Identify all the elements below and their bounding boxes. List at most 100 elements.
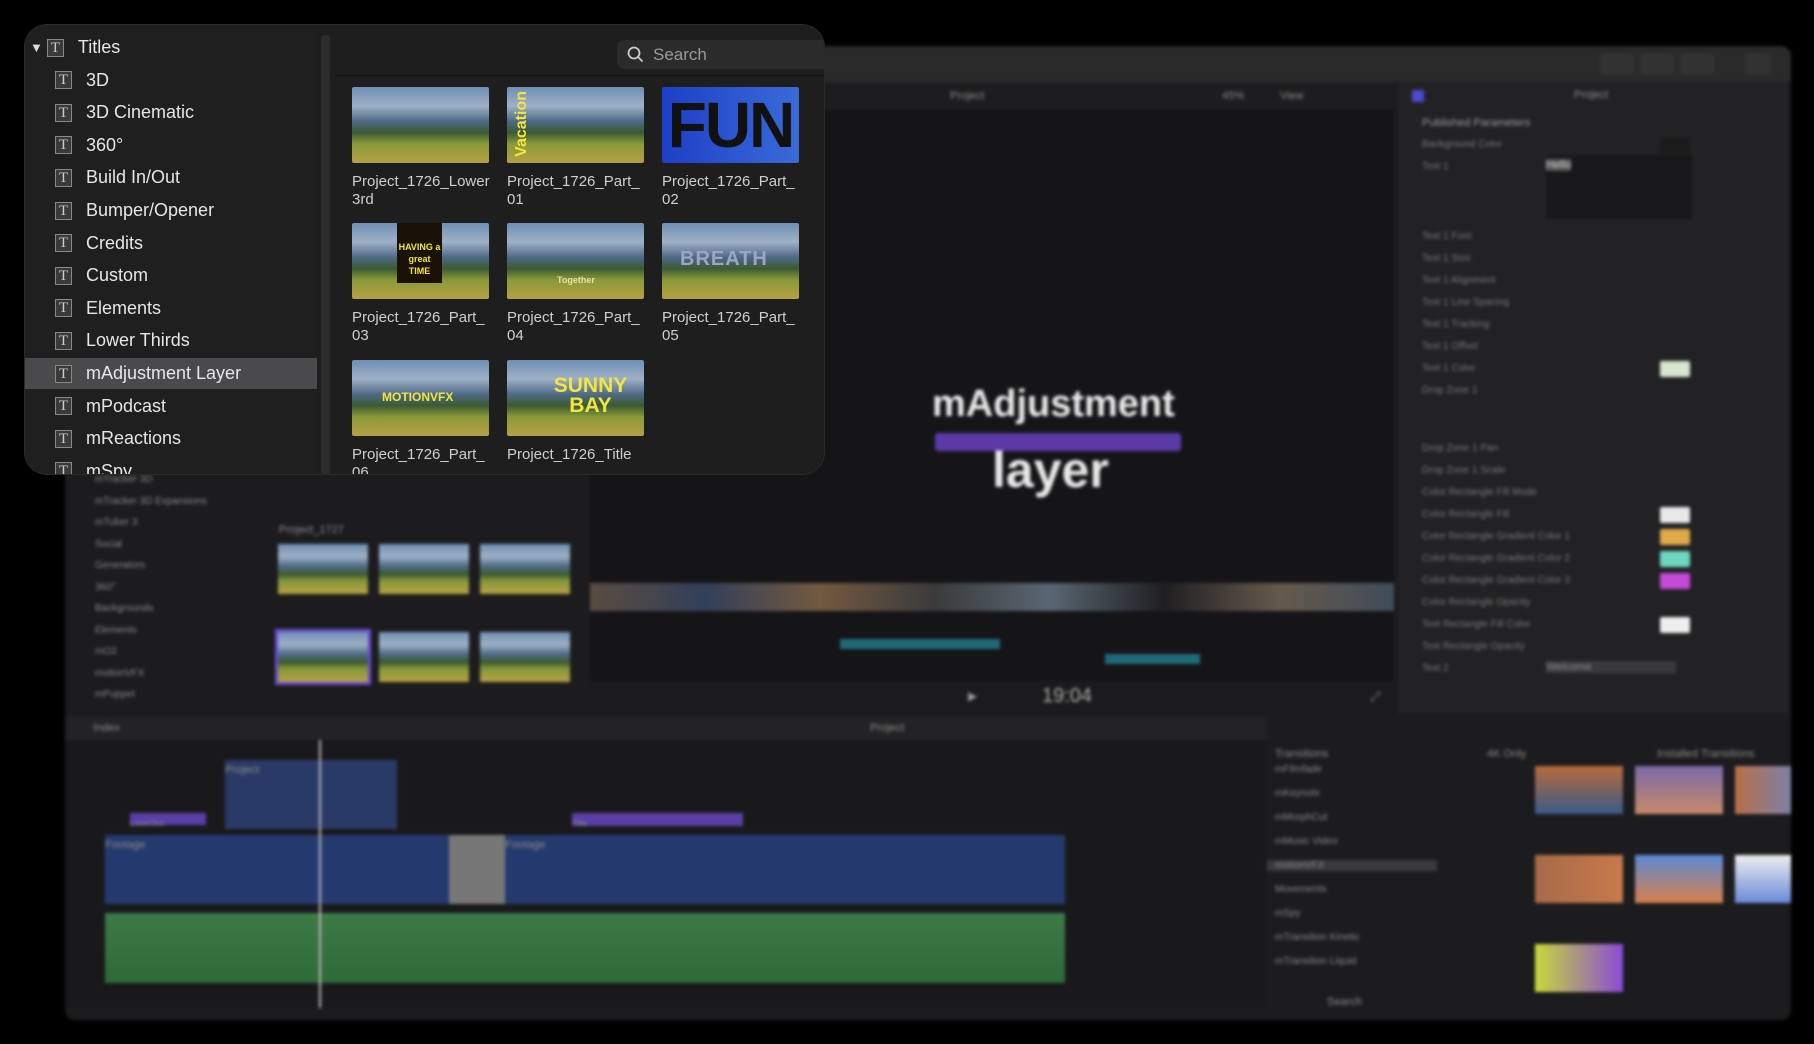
library-item[interactable]: mTuber 3 [95, 517, 137, 528]
clip-title[interactable]: Title [572, 813, 743, 828]
transition-category[interactable]: mKeynote [1275, 788, 1320, 799]
title-tile[interactable]: BREATH Project_1726_Part_05 [662, 223, 802, 345]
sidebar-item[interactable]: T 3D Cinematic [25, 97, 317, 128]
transition-category[interactable]: mSpy [1275, 908, 1301, 919]
library-item[interactable]: 360° [95, 582, 116, 593]
disclosure-triangle-icon[interactable]: ▼ [30, 40, 43, 55]
sidebar-item[interactable]: TmSpy [25, 456, 317, 474]
library-item[interactable]: Elements [95, 625, 137, 636]
transition-category[interactable]: Movements [1275, 884, 1327, 895]
color-swatch[interactable] [1660, 573, 1690, 589]
title-label: Project_1726_Part_02 [662, 173, 795, 208]
transition-thumbnail[interactable] [1735, 766, 1791, 814]
color-swatch[interactable] [1660, 529, 1690, 545]
transition-thumbnail[interactable] [1635, 855, 1723, 903]
library-thumbnail[interactable] [379, 544, 469, 594]
fullscreen-icon[interactable]: ⤢ [1370, 689, 1380, 705]
library-item[interactable]: Backgrounds [95, 603, 153, 614]
title-icon: T [55, 103, 72, 122]
title-tile[interactable]: SUNNY BAY Project_1726_Title [507, 360, 647, 464]
library-item[interactable]: Generators [95, 560, 145, 571]
transition-category[interactable]: mMusic Video [1275, 836, 1338, 847]
transition-category[interactable]: mFilmfade [1275, 764, 1322, 775]
inspector-color-icon[interactable] [1412, 90, 1424, 102]
audio-clip[interactable] [105, 913, 1065, 983]
transition-thumbnail[interactable] [1535, 766, 1623, 814]
library-thumbnail[interactable] [275, 629, 371, 685]
layout-button[interactable] [1680, 54, 1714, 74]
title-tile[interactable]: HAVING a great TIME Project_1726_Part_03 [352, 223, 492, 345]
library-item[interactable]: mO2 [95, 646, 117, 657]
project-dropdown[interactable]: Project [870, 722, 904, 734]
clip-project[interactable]: Project [225, 760, 397, 829]
sidebar-item[interactable]: T Build In/Out [25, 162, 317, 193]
library-thumbnail[interactable] [480, 544, 570, 594]
play-icon[interactable]: ▶ [968, 689, 977, 703]
titles-browser-popup: ▼ T Titles T 3D T 3D Cinematic T 360° T Build I… [25, 25, 824, 474]
text2-field[interactable]: Welcome [1546, 661, 1676, 673]
transition-thumbnail[interactable] [1535, 944, 1623, 992]
library-thumbnail[interactable] [278, 544, 368, 594]
transition-clip[interactable] [449, 835, 505, 904]
sidebar-item[interactable]: T Custom [25, 260, 317, 291]
color-swatch[interactable] [1660, 617, 1690, 633]
view-dropdown[interactable]: View [1280, 90, 1304, 102]
sidebar-item[interactable]: TmPodcast [25, 391, 317, 422]
transition-category[interactable]: motionVFX [1267, 860, 1437, 871]
title-tile[interactable]: FUN Project_1726_Part_02 [662, 87, 802, 209]
sidebar-item[interactable]: T Bumper/Opener [25, 195, 317, 226]
library-item[interactable]: motionVFX [95, 668, 144, 679]
sidebar-item[interactable]: T Lower Thirds [25, 325, 317, 356]
sidebar-item[interactable]: T Credits [25, 228, 317, 259]
library-item[interactable]: Social [95, 539, 122, 550]
color-swatch[interactable] [1660, 137, 1690, 153]
transitions-search[interactable]: Search [1327, 996, 1362, 1008]
library-thumbnail[interactable] [379, 632, 469, 682]
share-button[interactable] [1745, 54, 1771, 74]
search-input[interactable]: Search [617, 40, 824, 69]
clip-footage[interactable]: Footage [505, 835, 1065, 904]
color-swatch[interactable] [1660, 361, 1690, 377]
text1-field[interactable]: Hello [1546, 155, 1692, 219]
sidebar-item[interactable]: T 360° [25, 130, 317, 161]
color-swatch[interactable] [1660, 507, 1690, 523]
title-thumbnail [352, 87, 489, 163]
sidebar-scrollbar[interactable] [321, 35, 330, 474]
sidebar-item[interactable]: TmAdjustment Layer [25, 358, 317, 389]
inspector-title: Project [1574, 89, 1609, 101]
color-swatch[interactable] [1660, 551, 1690, 567]
transition-thumbnail[interactable] [1735, 855, 1791, 903]
title-icon: T [55, 397, 72, 416]
filter-4k[interactable]: 4K Only [1487, 748, 1526, 760]
library-browser: mTracker 3D mTracker 3D Expansions mTuber … [65, 474, 585, 715]
clip-lower3rd[interactable]: Lower3rd [130, 813, 206, 828]
title-tile[interactable]: Vacation Project_1726_Part_01 [507, 87, 647, 209]
layout-button[interactable] [1600, 54, 1634, 74]
transition-thumbnail[interactable] [1535, 855, 1623, 903]
library-thumbnail[interactable] [480, 632, 570, 682]
transition-category[interactable]: mTransition Kinetic [1275, 932, 1360, 943]
transition-category[interactable]: mTransition Liquid [1275, 956, 1356, 967]
title-tile[interactable]: Together Project_1726_Part_04 [507, 223, 647, 345]
clip-footage[interactable]: Footage [105, 835, 449, 904]
library-item[interactable]: mTracker 3D [95, 474, 152, 485]
transition-category[interactable]: mMorphCut [1275, 812, 1327, 823]
title-icon: T [55, 462, 72, 474]
sidebar-item[interactable]: TmReactions [25, 423, 317, 454]
sidebar-item[interactable]: T 3D [25, 65, 317, 96]
zoom-dropdown[interactable]: 45% [1222, 90, 1244, 102]
layout-button[interactable] [1640, 54, 1674, 74]
installed-transitions[interactable]: Installed Transitions [1657, 748, 1754, 760]
title-tile[interactable]: MOTIONVFX Project_1726_Part_06 [352, 360, 492, 474]
sidebar-item-titles[interactable]: ▼ T Titles [25, 32, 317, 63]
index-button[interactable]: Index [93, 722, 120, 734]
library-item[interactable]: mTracker 3D Expansions [95, 496, 207, 507]
playhead[interactable] [319, 740, 321, 1008]
sidebar-item[interactable]: T Elements [25, 293, 317, 324]
title-icon: T [55, 71, 72, 90]
title-tile[interactable]: Project_1726_Lower3rd [352, 87, 492, 209]
title-thumbnail: Together [507, 223, 644, 299]
transition-thumbnail[interactable] [1635, 766, 1723, 814]
title-icon: T [55, 168, 72, 187]
library-item[interactable]: mPuppet [95, 689, 135, 700]
